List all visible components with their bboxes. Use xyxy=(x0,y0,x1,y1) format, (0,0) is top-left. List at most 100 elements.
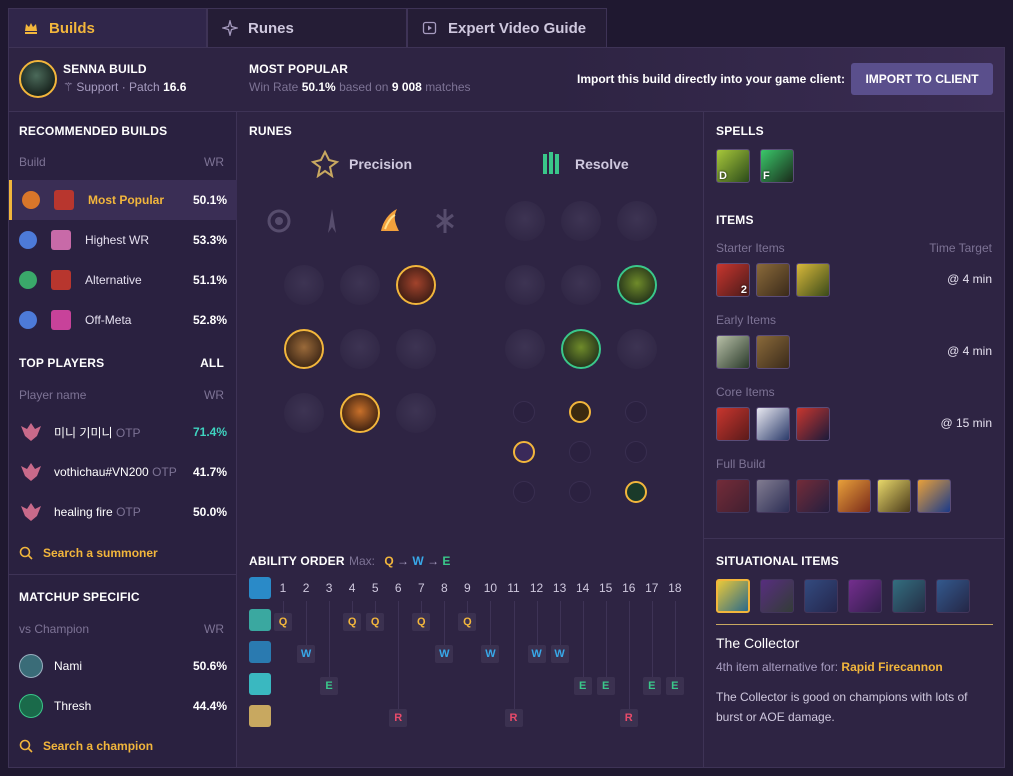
skill-point-e: E xyxy=(642,677,661,695)
stat-shard[interactable] xyxy=(569,481,591,503)
skill-point-q: Q xyxy=(458,613,477,631)
situational-item-icon[interactable] xyxy=(848,579,882,613)
skill-point-e: E xyxy=(665,677,684,695)
rune-slot-selected[interactable] xyxy=(340,393,380,433)
item-icon xyxy=(51,270,71,290)
build-row-highest-wr[interactable]: Highest WR 53.3% xyxy=(9,220,237,260)
tab-video-guide[interactable]: Expert Video Guide xyxy=(407,8,607,47)
rune-slot[interactable] xyxy=(284,393,324,433)
stat-shard[interactable] xyxy=(569,441,591,463)
item-icon xyxy=(51,310,71,330)
stat-shard-selected[interactable] xyxy=(569,401,591,423)
level-column-line xyxy=(283,601,284,613)
level-column-line xyxy=(467,601,469,613)
rune-slot[interactable] xyxy=(505,201,545,241)
rune-slot[interactable] xyxy=(561,201,601,241)
level-number: 10 xyxy=(483,581,498,595)
situational-item-icon[interactable] xyxy=(892,579,926,613)
matchup-title: MATCHUP SPECIFIC xyxy=(19,590,140,604)
rune-slot[interactable] xyxy=(396,329,436,369)
rune-slot-selected[interactable] xyxy=(396,265,436,305)
item-icon xyxy=(51,230,71,250)
build-row-alternative[interactable]: Alternative 51.1% xyxy=(9,260,237,300)
rune-slot[interactable] xyxy=(396,393,436,433)
rune-slot[interactable] xyxy=(284,265,324,305)
build-row-most-popular[interactable]: Most Popular 50.1% xyxy=(9,180,237,220)
player-row[interactable]: vothichau#VN200 OTP 41.7% xyxy=(9,452,237,492)
level-column-line xyxy=(421,601,423,613)
skill-point-r: R xyxy=(389,709,408,727)
rune-slot[interactable] xyxy=(505,329,545,369)
build-label: Most Popular xyxy=(88,193,165,207)
situational-item-icon[interactable] xyxy=(936,579,970,613)
matchup-row-thresh[interactable]: Thresh 44.4% xyxy=(9,686,237,726)
skill-point-q: Q xyxy=(274,613,292,631)
early-time: @ 4 min xyxy=(947,344,992,358)
tab-builds[interactable]: Builds xyxy=(8,8,207,47)
stat-shard[interactable] xyxy=(513,401,535,423)
rank-emblem-icon xyxy=(21,463,41,481)
search-icon xyxy=(19,739,33,753)
skill-point-q: Q xyxy=(366,613,385,631)
keystone-rune[interactable] xyxy=(312,201,352,241)
import-to-client-button[interactable]: IMPORT TO CLIENT xyxy=(851,63,993,95)
player-row[interactable]: 미니 기미니 OTP 71.4% xyxy=(9,412,237,452)
col-build: Build xyxy=(19,155,46,169)
stat-shard[interactable] xyxy=(625,401,647,423)
rune-slot[interactable] xyxy=(340,329,380,369)
player-wr: 71.4% xyxy=(192,425,227,439)
rune-slot[interactable] xyxy=(617,329,657,369)
situational-item-icon[interactable] xyxy=(804,579,838,613)
rune-slot[interactable] xyxy=(340,265,380,305)
matchup-row-nami[interactable]: Nami 50.6% xyxy=(9,646,237,686)
situational-item-icon[interactable] xyxy=(760,579,794,613)
rune-slot[interactable] xyxy=(505,265,545,305)
stat-shard-selected[interactable] xyxy=(513,441,535,463)
level-column-line xyxy=(605,601,607,677)
item-boots-icon xyxy=(756,263,790,297)
skill-point-e: E xyxy=(320,677,339,695)
build-row-off-meta[interactable]: Off-Meta 52.8% xyxy=(9,300,237,340)
player-name: healing fire OTP xyxy=(54,505,141,519)
rune-slot[interactable] xyxy=(617,201,657,241)
level-number: 2 xyxy=(302,581,310,595)
keystone-rune[interactable] xyxy=(425,201,465,241)
rune-slot-selected[interactable] xyxy=(617,265,657,305)
rune-slot[interactable] xyxy=(561,265,601,305)
winrate-value: 50.1% xyxy=(301,80,336,94)
keystone-rune[interactable] xyxy=(259,201,299,241)
level-column-line xyxy=(306,601,308,645)
situational-title: SITUATIONAL ITEMS xyxy=(716,554,839,568)
rank-emblem-icon xyxy=(21,423,41,441)
full-build-label: Full Build xyxy=(716,457,766,471)
level-number: 11 xyxy=(507,581,520,595)
item-core-2-icon xyxy=(756,407,790,441)
player-row[interactable]: healing fire OTP 50.0% xyxy=(9,492,237,532)
situational-item-selected-icon[interactable] xyxy=(716,579,750,613)
top-players-all-link[interactable]: ALL xyxy=(200,356,224,370)
rune-slot-selected[interactable] xyxy=(561,329,601,369)
search-summoner-link[interactable]: Search a summoner xyxy=(19,546,158,560)
col-matchup-wr: WR xyxy=(204,622,224,636)
tab-runes[interactable]: Runes xyxy=(207,8,407,47)
level-number: 8 xyxy=(441,581,448,595)
stat-shard[interactable] xyxy=(513,481,535,503)
ability-order-title: ABILITY ORDER xyxy=(249,554,345,568)
build-label: Off-Meta xyxy=(85,313,132,327)
matchup-champion: Nami xyxy=(54,659,83,673)
situational-underline xyxy=(716,624,993,625)
item-full-2-icon xyxy=(756,479,790,513)
secondary-tree-label: Resolve xyxy=(575,156,629,172)
search-champion-link[interactable]: Search a champion xyxy=(19,739,153,753)
stat-shard-selected[interactable] xyxy=(625,481,647,503)
spell-flash-icon: F xyxy=(760,149,794,183)
keystone-rune-selected[interactable] xyxy=(369,201,409,241)
top-players-title: TOP PLAYERS xyxy=(19,356,105,370)
role-label: Support xyxy=(76,80,119,94)
stat-shard[interactable] xyxy=(625,441,647,463)
level-column-line xyxy=(674,601,676,677)
item-dagger-icon xyxy=(716,335,750,369)
rune-slot-selected[interactable] xyxy=(284,329,324,369)
sidebar: RECOMMENDED BUILDS Build WR Most Popular… xyxy=(9,112,237,767)
crown-icon xyxy=(23,20,39,36)
